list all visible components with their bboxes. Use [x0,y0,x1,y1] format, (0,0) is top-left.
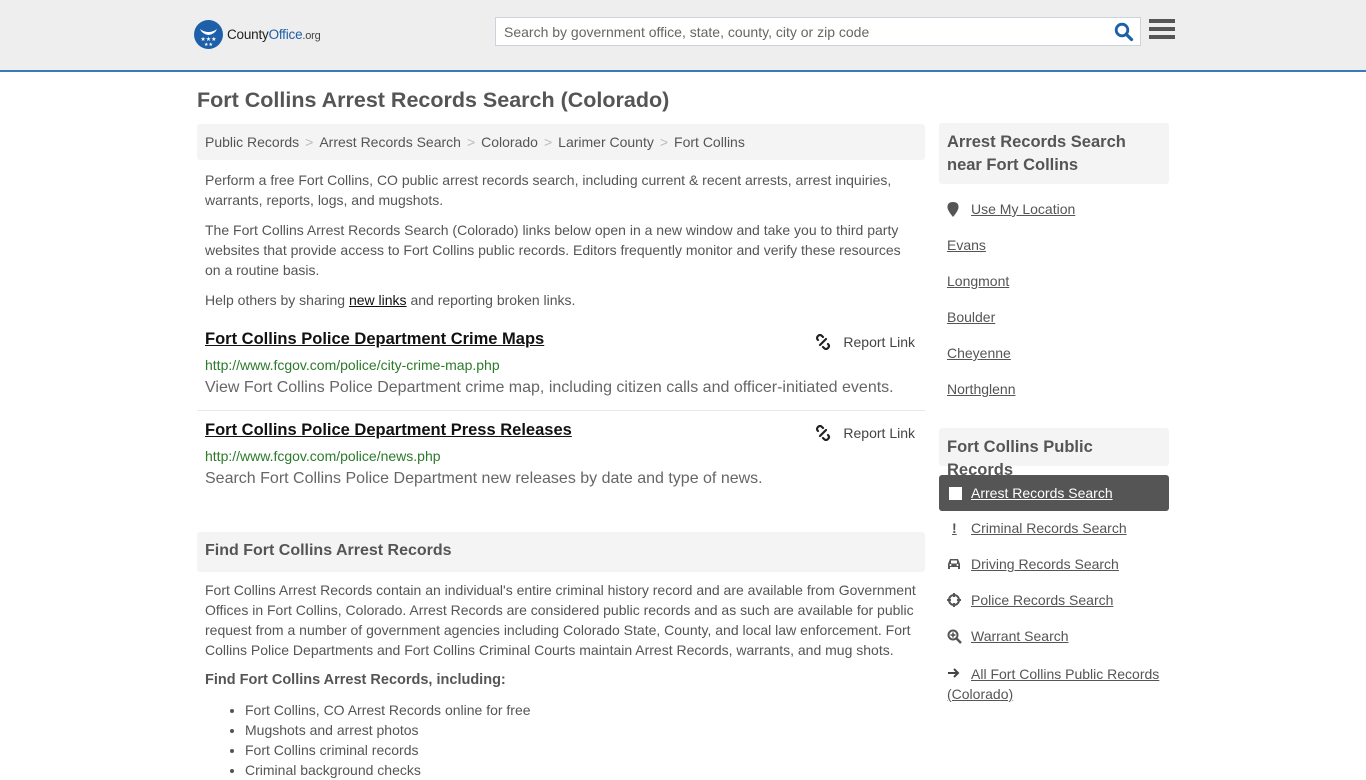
top-header: ★★★ ★★ CountyOffice.org [0,0,1366,72]
result-description: View Fort Collins Police Department crim… [205,379,894,396]
breadcrumb-separator: > [659,134,669,150]
nearby-heading: Arrest Records Search near Fort Collins [939,123,1169,184]
breadcrumb-arrest-records-search[interactable]: Arrest Records Search [319,134,461,150]
list-item: Fort Collins criminal records [245,740,531,760]
broken-link-icon [816,334,831,350]
sidebar-item-label: Criminal Records Search [971,520,1127,536]
disclaimer-paragraph: The Fort Collins Arrest Records Search (… [205,222,901,278]
crosshairs-icon [947,593,965,607]
list-item: Mugshots and arrest photos [245,720,531,740]
breadcrumb-separator: > [543,134,553,150]
arrow-right-icon [947,664,965,684]
breadcrumb-colorado[interactable]: Colorado [481,134,538,150]
breadcrumb-public-records[interactable]: Public Records [205,134,299,150]
result-url: http://www.fcgov.com/police/city-crime-m… [205,357,500,373]
map-marker-icon [947,201,965,217]
search-bar [495,17,1141,46]
sidebar-item-arrest-records-search[interactable]: Arrest Records Search [939,475,1169,511]
search-input[interactable] [496,18,1096,45]
find-records-subheading: Find Fort Collins Arrest Records, includ… [205,672,506,688]
result-title-link[interactable]: Fort Collins Police Department Press Rel… [205,421,572,440]
result-item: Fort Collins Police Department Crime Map… [197,330,925,410]
report-link-label: Report Link [843,334,915,350]
breadcrumb-larimer-county[interactable]: Larimer County [558,134,654,150]
find-records-body: Fort Collins Arrest Records contain an i… [205,582,916,658]
sidebar-item-criminal-records-search[interactable]: ! Criminal Records Search [947,520,1127,536]
square-icon [949,486,962,500]
list-item: Criminal background checks [245,760,531,780]
nearby-link-northglenn[interactable]: Northglenn [947,381,1016,397]
use-my-location-link[interactable]: Use My Location [947,201,1075,217]
breadcrumb: Public Records > Arrest Records Search > Col… [197,124,925,160]
nearby-link-cheyenne[interactable]: Cheyenne [947,345,1011,361]
list-item: Fort Collins, CO Arrest Records online f… [245,700,531,720]
nearby-link-longmont[interactable]: Longmont [947,273,1009,289]
sidebar-item-all-public-records[interactable]: All Fort Collins Public Records (Colorad… [947,664,1169,704]
car-icon [947,558,965,570]
site-logo[interactable]: ★★★ ★★ CountyOffice.org [194,20,321,49]
report-link-button[interactable]: Report Link [815,334,915,350]
share-text: Help others by sharing [205,292,349,308]
find-records-list: Fort Collins, CO Arrest Records online f… [245,700,531,780]
breadcrumb-separator: > [466,134,476,150]
sidebar-item-label: Arrest Records Search [971,485,1113,501]
result-description: Search Fort Collins Police Department ne… [205,470,763,487]
new-links-link[interactable]: new links [349,292,407,308]
find-records-heading: Find Fort Collins Arrest Records [197,532,925,572]
report-link-button[interactable]: Report Link [815,425,915,441]
sidebar-item-label: Police Records Search [971,592,1114,608]
broken-link-icon [816,425,831,441]
breadcrumb-separator: > [305,134,314,150]
hamburger-menu-icon[interactable] [1149,19,1175,43]
eagle-logo-icon: ★★★ ★★ [194,20,223,49]
sidebar-item-label: Driving Records Search [971,556,1119,572]
logo-text: CountyOffice.org [227,27,321,42]
share-links-paragraph: Help others by sharing new links and rep… [205,290,917,310]
result-title-link[interactable]: Fort Collins Police Department Crime Map… [205,330,544,349]
exclamation-icon: ! [952,520,957,536]
result-divider [197,410,925,411]
breadcrumb-fort-collins[interactable]: Fort Collins [674,134,745,150]
result-url: http://www.fcgov.com/police/news.php [205,448,441,464]
public-records-heading: Fort Collins Public Records [939,428,1169,479]
nearby-link-evans[interactable]: Evans [947,237,986,253]
intro-paragraph: Perform a free Fort Collins, CO public a… [205,172,892,208]
sidebar-item-driving-records-search[interactable]: Driving Records Search [947,556,1119,572]
sidebar-item-label: Warrant Search [971,628,1069,644]
sidebar-item-police-records-search[interactable]: Police Records Search [947,592,1113,608]
sidebar-item-label: All Fort Collins Public Records (Colorad… [947,666,1160,702]
report-link-label: Report Link [843,425,915,441]
svg-text:★★: ★★ [204,42,213,48]
use-my-location-label: Use My Location [971,201,1076,217]
result-item: Fort Collins Police Department Press Rel… [197,421,925,501]
sidebar-item-warrant-search[interactable]: Warrant Search [947,628,1069,644]
nearby-link-boulder[interactable]: Boulder [947,309,995,325]
search-plus-icon [947,629,965,644]
share-text-end: and reporting broken links. [406,292,576,308]
search-icon[interactable] [1114,22,1134,42]
page-title: Fort Collins Arrest Records Search (Colo… [197,88,670,112]
